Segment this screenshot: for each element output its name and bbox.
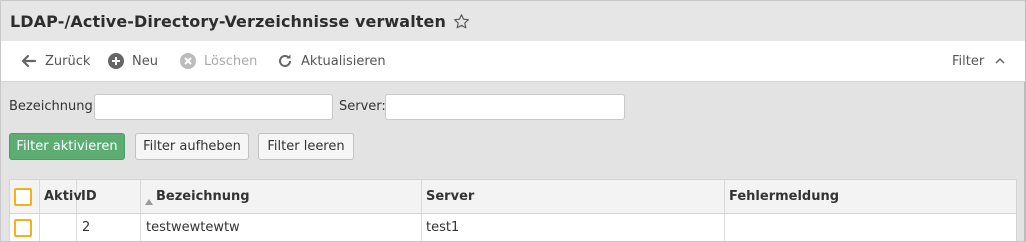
select-all-checkbox[interactable] [14,187,32,206]
data-grid: Aktiv ID Bezeichnung Server Fehlermeldun… [9,179,1017,241]
filter-toggle[interactable]: Filter [952,41,1006,82]
clear-filter-button[interactable]: Filter aufheben [135,133,249,160]
table-row[interactable]: 2 testwewtewtw test1 [10,214,1016,241]
arrow-left-icon [21,53,37,69]
page-title: LDAP-/Active-Directory-Verzeichnisse ver… [10,11,446,31]
cell-bezeichnung: testwewtewtw [141,214,422,241]
cell-server: test1 [422,214,725,241]
select-all-cell [10,180,40,213]
refresh-button[interactable]: Aktualisieren [277,41,386,82]
server-label: Server: [339,99,386,114]
server-input[interactable] [385,94,625,120]
bezeichnung-label: Bezeichnung: [9,99,98,114]
delete-button[interactable]: Löschen [180,41,257,82]
cell-aktiv [40,214,77,241]
row-select-cell [10,214,40,241]
grid-header: Aktiv ID Bezeichnung Server Fehlermeldun… [10,180,1016,214]
plus-circle-icon [108,53,124,69]
apply-filter-button[interactable]: Filter aktivieren [9,133,125,160]
filter-form: Bezeichnung: Server: [1,94,1025,120]
row-select-checkbox[interactable] [14,218,32,237]
cell-fehlermeldung [725,214,1016,241]
app-window: LDAP-/Active-Directory-Verzeichnisse ver… [0,0,1026,242]
page-header: LDAP-/Active-Directory-Verzeichnisse ver… [1,1,1025,41]
chevron-up-icon [994,55,1006,67]
column-header-fehlermeldung[interactable]: Fehlermeldung [725,180,1016,213]
column-header-bezeichnung-label: Bezeichnung [156,189,250,204]
refresh-label: Aktualisieren [301,53,386,69]
back-button[interactable]: Zurück [21,41,90,82]
cell-id: 2 [77,214,141,241]
column-header-id[interactable]: ID [77,180,141,213]
column-header-server[interactable]: Server [422,180,725,213]
star-icon[interactable] [453,13,470,30]
bezeichnung-input[interactable] [94,94,333,120]
new-button[interactable]: Neu [108,41,158,82]
column-header-bezeichnung[interactable]: Bezeichnung [141,180,422,213]
filter-label: Filter [952,53,985,69]
refresh-icon [277,53,293,69]
empty-filter-button[interactable]: Filter leeren [258,133,354,160]
x-circle-icon [180,53,196,69]
toolbar: Zurück Neu Löschen Aktualisieren Filter [1,41,1025,82]
sort-ascending-icon [145,194,153,205]
new-label: Neu [132,53,158,69]
column-header-aktiv[interactable]: Aktiv [40,180,82,213]
back-label: Zurück [45,53,91,69]
delete-label: Löschen [204,53,258,69]
